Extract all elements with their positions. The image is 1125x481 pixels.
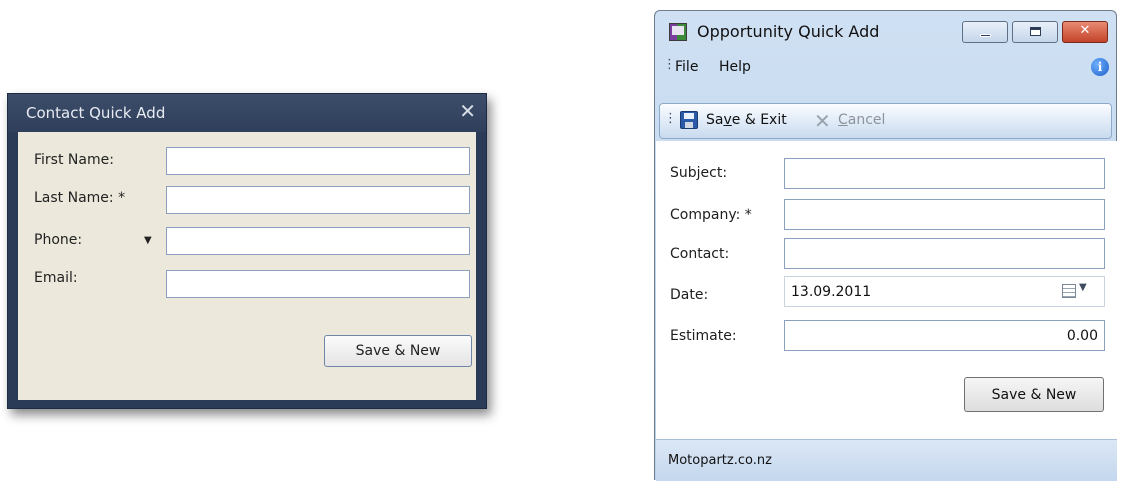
cancel-label: Cancel xyxy=(838,112,886,128)
minimize-button[interactable] xyxy=(962,21,1008,43)
menu-file[interactable]: File xyxy=(675,59,698,75)
maximize-icon xyxy=(1030,27,1041,36)
menu-bar: ⋮ File Help i xyxy=(659,55,1112,81)
contact-field[interactable] xyxy=(784,238,1105,269)
floppy-disk-icon xyxy=(680,111,698,129)
grip-icon: ⋮ xyxy=(664,111,677,126)
grip-icon: ⋮ xyxy=(663,57,676,72)
opportunity-app-icon xyxy=(669,23,687,41)
contact-label: Contact: xyxy=(670,246,730,262)
minimize-icon xyxy=(980,34,991,37)
first-name-field[interactable] xyxy=(166,147,470,175)
phone-type-dropdown-icon[interactable]: ▼ xyxy=(144,235,152,246)
subject-field[interactable] xyxy=(784,158,1105,189)
phone-field[interactable] xyxy=(166,227,470,255)
contact-quick-add-dialog: Contact Quick Add ✕ First Name: Last Nam… xyxy=(7,93,487,409)
save-and-exit-label: Save & Exit xyxy=(706,112,787,128)
date-label: Date: xyxy=(670,287,709,303)
save-and-new-button[interactable]: Save & New xyxy=(324,335,472,367)
window-title: Opportunity Quick Add xyxy=(697,22,880,41)
email-label: Email: xyxy=(34,270,78,286)
company-label: Company: * xyxy=(670,207,752,223)
close-icon[interactable]: ✕ xyxy=(459,100,476,122)
info-icon[interactable]: i xyxy=(1091,58,1109,76)
calendar-icon[interactable] xyxy=(1062,284,1076,298)
first-name-label: First Name: xyxy=(34,152,114,168)
opportunity-window-titlebar[interactable]: Opportunity Quick Add ✕ xyxy=(655,11,1116,51)
estimate-field[interactable] xyxy=(784,320,1105,351)
status-text: Motopartz.co.nz xyxy=(668,453,772,468)
opportunity-form: Subject: Company: * Contact: Date: 13.09… xyxy=(656,141,1117,439)
estimate-label: Estimate: xyxy=(670,328,737,344)
phone-label: Phone: xyxy=(34,232,83,248)
subject-label: Subject: xyxy=(670,165,728,181)
chevron-down-icon[interactable]: ▼ xyxy=(1079,282,1087,293)
last-name-field[interactable] xyxy=(166,186,470,214)
contact-dialog-titlebar[interactable]: Contact Quick Add ✕ xyxy=(8,94,486,132)
x-icon: ✕ xyxy=(814,109,831,133)
email-field[interactable] xyxy=(166,270,470,298)
toolbar: ⋮ Save & Exit ✕ Cancel xyxy=(659,103,1112,139)
contact-dialog-body: First Name: Last Name: * Phone: ▼ Email:… xyxy=(18,132,476,400)
menu-help[interactable]: Help xyxy=(719,59,751,75)
date-picker[interactable]: 13.09.2011 ▼ xyxy=(784,276,1105,307)
contact-dialog-title: Contact Quick Add xyxy=(26,104,166,122)
window-close-button[interactable]: ✕ xyxy=(1062,21,1108,43)
status-bar: Motopartz.co.nz xyxy=(656,439,1117,481)
company-field[interactable] xyxy=(784,199,1105,230)
last-name-label: Last Name: * xyxy=(34,190,126,206)
close-icon: ✕ xyxy=(1079,23,1091,38)
maximize-button[interactable] xyxy=(1012,21,1058,43)
date-value: 13.09.2011 xyxy=(791,284,872,300)
save-and-new-button[interactable]: Save & New xyxy=(964,377,1104,412)
opportunity-quick-add-window: Opportunity Quick Add ✕ ⋮ File Help i ⋮ … xyxy=(654,10,1117,481)
